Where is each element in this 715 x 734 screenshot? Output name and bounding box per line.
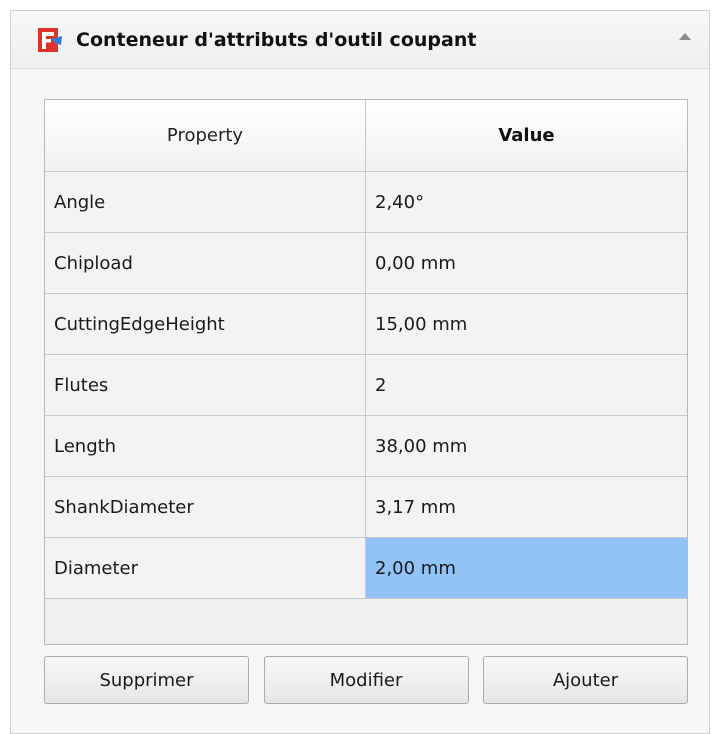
value-cell[interactable]: 2,40° [366,172,687,232]
value-cell[interactable]: 3,17 mm [366,477,687,537]
property-cell[interactable]: ShankDiameter [45,477,366,537]
table-row[interactable]: Flutes 2 [45,355,687,416]
table-header: Property Value [45,100,687,172]
panel-title: Conteneur d'attributs d'outil coupant [76,28,477,51]
table-row[interactable]: CuttingEdgeHeight 15,00 mm [45,294,687,355]
property-cell[interactable]: Chipload [45,233,366,293]
column-header-value[interactable]: Value [366,100,687,171]
column-header-property[interactable]: Property [45,100,366,171]
value-cell-selected[interactable]: 2,00 mm [366,538,687,598]
edit-button[interactable]: Modifier [263,656,469,704]
property-cell[interactable]: Flutes [45,355,366,415]
add-button[interactable]: Ajouter [483,656,688,704]
collapse-arrow-up-icon[interactable] [679,33,691,40]
panel-header[interactable]: Conteneur d'attributs d'outil coupant [11,11,709,69]
table-row[interactable]: ShankDiameter 3,17 mm [45,477,687,538]
property-cell[interactable]: Angle [45,172,366,232]
value-cell[interactable]: 38,00 mm [366,416,687,476]
value-cell[interactable]: 0,00 mm [366,233,687,293]
property-cell[interactable]: Length [45,416,366,476]
table-row[interactable]: Length 38,00 mm [45,416,687,477]
table-row[interactable]: Angle 2,40° [45,172,687,233]
property-cell[interactable]: CuttingEdgeHeight [45,294,366,354]
freecad-logo-icon [38,27,62,52]
action-buttons: Supprimer Modifier Ajouter [44,656,688,704]
value-cell[interactable]: 15,00 mm [366,294,687,354]
value-cell[interactable]: 2 [366,355,687,415]
delete-button[interactable]: Supprimer [44,656,249,704]
tool-attributes-panel: Conteneur d'attributs d'outil coupant Pr… [10,10,710,734]
table-row[interactable]: Chipload 0,00 mm [45,233,687,294]
property-cell[interactable]: Diameter [45,538,366,598]
table-row-selected[interactable]: Diameter 2,00 mm [45,538,687,599]
property-table: Property Value Angle 2,40° Chipload 0,00… [44,99,688,645]
